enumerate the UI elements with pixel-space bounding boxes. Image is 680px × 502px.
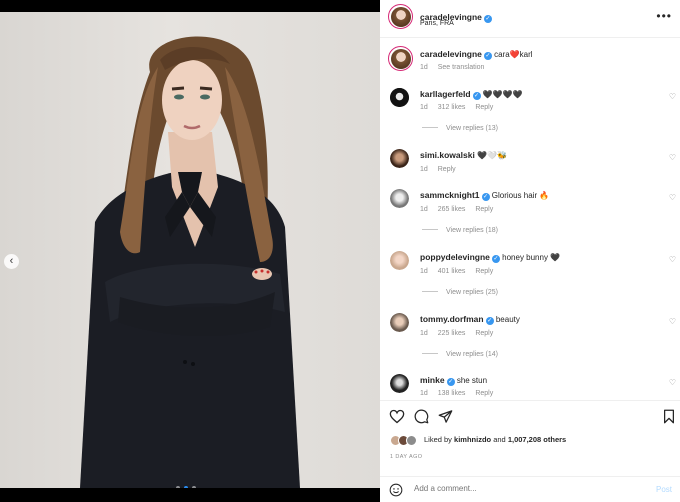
like-comment-heart-icon[interactable]: ♡ (669, 317, 676, 326)
post-header: caradelevingne ✓ Paris, FRA ••• (380, 0, 680, 38)
verified-icon: ✓ (472, 92, 481, 100)
caption-username[interactable]: caradelevingne (420, 49, 482, 59)
comment-username[interactable]: minke (420, 375, 445, 385)
like-comment-heart-icon[interactable]: ♡ (669, 193, 676, 202)
comment-item: tommy.dorfman ✓ beauty 1d 225 likes Reply… (380, 312, 680, 364)
comment-item: karllagerfeld ✓ 🖤🖤🖤🖤 1d 312 likes Reply ♡… (380, 86, 680, 138)
add-comment-input[interactable] (414, 484, 614, 493)
view-replies-button[interactable]: View replies (25) (422, 289, 498, 296)
comment-item: poppydelevingne ✓ honey bunny 🖤 1d 401 li… (380, 250, 680, 302)
comment-text: Glorious hair 🔥 (491, 191, 550, 200)
comment-text: beauty (495, 315, 520, 324)
liker-avatar[interactable] (406, 435, 417, 446)
view-replies-button[interactable]: View replies (14) (422, 351, 498, 358)
comment-time: 1d (420, 206, 428, 213)
comment-icon[interactable] (414, 409, 429, 429)
carousel-dot-active (184, 486, 188, 488)
reply-button[interactable]: Reply (475, 390, 493, 397)
comment-time: 1d (420, 166, 428, 173)
like-comment-heart-icon[interactable]: ♡ (669, 378, 676, 387)
caption-time: 1d (420, 64, 428, 71)
verified-icon: ✓ (485, 317, 494, 325)
comment-item: minke ✓ she stun 1d 138 likes Reply ♡ (380, 373, 680, 399)
like-comment-heart-icon[interactable]: ♡ (669, 255, 676, 264)
comment-item: simi.kowalski 🖤🤍🐝 1d Reply ♡ (380, 148, 680, 180)
reply-button[interactable]: Reply (475, 268, 493, 275)
comment-username[interactable]: karllagerfeld (420, 89, 471, 99)
comment-text: 🖤🤍🐝 (477, 151, 507, 160)
likes-count[interactable]: 1,007,208 others (508, 435, 566, 444)
comment-likes[interactable]: 225 likes (438, 330, 466, 337)
comment-time: 1d (420, 268, 428, 275)
comment-item: sammcknight1 ✓ Glorious hair 🔥 1d 265 lik… (380, 188, 680, 240)
comment-time: 1d (420, 390, 428, 397)
comment-username[interactable]: sammcknight1 (420, 190, 480, 200)
like-comment-heart-icon[interactable]: ♡ (669, 153, 676, 162)
post-comment-button[interactable]: Post (656, 485, 672, 494)
photo-pane: ‹ (0, 0, 380, 502)
commenter-avatar[interactable] (390, 149, 409, 168)
carousel-dot (176, 486, 180, 488)
share-paper-plane-icon[interactable] (438, 409, 453, 429)
verified-icon: ✓ (483, 15, 492, 23)
commenter-avatar[interactable] (390, 374, 409, 393)
more-options-icon[interactable]: ••• (656, 9, 672, 23)
comment-likes[interactable]: 138 likes (438, 390, 466, 397)
commenter-avatar[interactable] (390, 251, 409, 270)
post-location[interactable]: Paris, FRA (420, 20, 454, 27)
post-details-panel: caradelevingne ✓ Paris, FRA ••• caradelev… (380, 0, 680, 502)
view-replies-button[interactable]: View replies (18) (422, 227, 498, 234)
emoji-icon[interactable] (389, 483, 403, 502)
caption-avatar[interactable] (388, 46, 413, 71)
comment-likes[interactable]: 312 likes (438, 104, 466, 111)
comment-likes[interactable]: 401 likes (438, 268, 466, 275)
carousel-dot (192, 486, 196, 488)
verified-icon: ✓ (446, 378, 455, 386)
comment-text: 🖤🖤🖤🖤 (482, 90, 523, 99)
verified-icon: ✓ (481, 193, 490, 201)
comment-username[interactable]: poppydelevingne (420, 252, 490, 262)
previous-image-button[interactable]: ‹ (4, 254, 19, 269)
carousel-indicator (176, 486, 196, 488)
comment-time: 1d (420, 104, 428, 111)
commenter-avatar[interactable] (390, 88, 409, 107)
save-bookmark-icon[interactable] (663, 409, 675, 429)
see-translation-link[interactable]: See translation (438, 64, 485, 71)
verified-icon: ✓ (491, 255, 500, 263)
view-replies-button[interactable]: View replies (13) (422, 125, 498, 132)
reply-button[interactable]: Reply (475, 330, 493, 337)
verified-icon: ✓ (483, 52, 492, 60)
like-comment-heart-icon[interactable]: ♡ (669, 92, 676, 101)
author-avatar[interactable] (388, 4, 413, 29)
comment-text: she stun (456, 376, 488, 385)
liked-by-user[interactable]: kimhnizdo (454, 435, 491, 444)
comment-likes[interactable]: 265 likes (438, 206, 466, 213)
like-heart-icon[interactable] (389, 409, 405, 429)
caption-text: cara❤️karl (494, 50, 533, 59)
comment-username[interactable]: tommy.dorfman (420, 314, 484, 324)
add-comment-bar: Post (380, 476, 680, 502)
comment-text: honey bunny 🖤 (502, 253, 561, 262)
comment-time: 1d (420, 330, 428, 337)
post-timestamp[interactable]: 1 DAY AGO (390, 454, 422, 460)
liked-by-summary: Liked by kimhnizdo and 1,007,208 others (424, 435, 567, 444)
comment-username[interactable]: simi.kowalski (420, 150, 475, 160)
reply-button[interactable]: Reply (475, 104, 493, 111)
commenter-avatar[interactable] (390, 189, 409, 208)
caption: caradelevingne ✓ cara❤️karl 1d See transl… (380, 44, 680, 78)
reply-button[interactable]: Reply (438, 166, 456, 173)
post-photo[interactable]: ‹ (0, 12, 380, 488)
commenter-avatar[interactable] (390, 313, 409, 332)
reply-button[interactable]: Reply (475, 206, 493, 213)
